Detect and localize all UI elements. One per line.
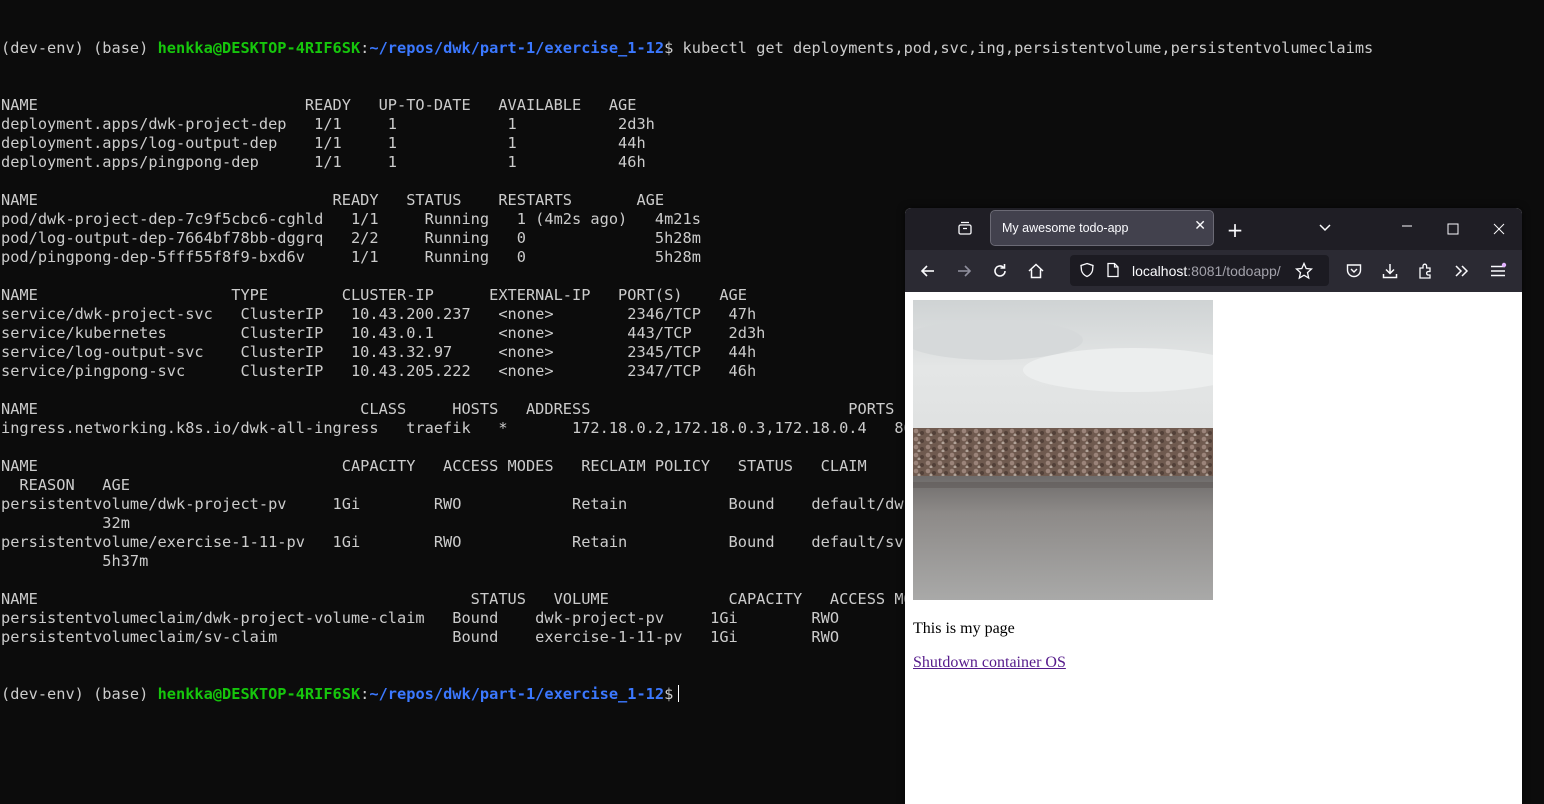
tab-list-icon[interactable] (1315, 220, 1335, 238)
url-path: :8081/todoapp/ (1187, 263, 1281, 279)
text-cursor (678, 685, 680, 702)
overflow-icon[interactable] (1453, 262, 1471, 284)
minimize-icon[interactable] (1397, 218, 1417, 236)
page-text: This is my page (913, 620, 1015, 637)
tab-overview-icon[interactable] (955, 220, 975, 240)
terminal-output-line (1, 172, 1544, 191)
page-icon[interactable] (1106, 262, 1120, 282)
command-text: kubectl get deployments,pod,svc,ing,pers… (673, 39, 1374, 57)
firefox-window[interactable]: My awesome todo-app ✕ + localhost:8081/t… (905, 208, 1522, 804)
prompt-symbol: $ (664, 685, 674, 703)
terminal-output-line: deployment.apps/dwk-project-dep 1/1 1 1 … (1, 115, 655, 133)
url-text[interactable]: localhost:8081/todoapp/ (1132, 263, 1281, 279)
home-icon[interactable] (1027, 262, 1045, 284)
prompt-path: ~/repos/dwk/part-1/exercise_1-12 (369, 685, 665, 703)
prompt-user-host: henkka@DESKTOP-4RIF6SK (157, 685, 361, 703)
terminal-output-line: deployment.apps/log-output-dep 1/1 1 1 4… (1, 134, 646, 152)
terminal-command-line: (dev-env) (base) henkka@DESKTOP-4RIF6SK:… (1, 39, 1374, 57)
maximize-icon[interactable] (1443, 221, 1463, 239)
page-image (913, 300, 1213, 600)
close-icon[interactable]: ✕ (1194, 218, 1206, 234)
back-icon[interactable] (919, 262, 937, 284)
prompt-user-host: henkka@DESKTOP-4RIF6SK (157, 39, 361, 57)
nav-toolbar: localhost:8081/todoapp/ (905, 250, 1522, 292)
reload-icon[interactable] (991, 262, 1009, 284)
shield-icon[interactable] (1079, 262, 1095, 282)
forward-icon[interactable] (955, 262, 973, 284)
extensions-icon[interactable] (1417, 262, 1435, 284)
new-tab-icon[interactable]: + (1225, 218, 1245, 242)
terminal-output-line: deployment.apps/pingpong-dep 1/1 1 1 46h (1, 153, 646, 171)
bookmark-star-icon[interactable] (1294, 261, 1314, 284)
shutdown-link[interactable]: Shutdown container OS (913, 654, 1066, 672)
terminal-output-line: NAME READY UP-TO-DATE AVAILABLE AGE (1, 96, 637, 114)
prompt-symbol: $ (664, 39, 674, 57)
close-window-icon[interactable] (1489, 221, 1509, 239)
url-host: localhost (1132, 263, 1188, 279)
downloads-icon[interactable] (1381, 262, 1399, 284)
tab-bar: My awesome todo-app ✕ + (905, 208, 1522, 250)
prompt-path: ~/repos/dwk/part-1/exercise_1-12 (369, 39, 665, 57)
prompt-env: (dev-env) (base) (1, 39, 158, 57)
prompt-env: (dev-env) (base) (1, 685, 158, 703)
tab-todo-app[interactable]: My awesome todo-app ✕ (990, 210, 1214, 246)
tab-title: My awesome todo-app (1002, 221, 1129, 235)
menu-icon[interactable] (1489, 262, 1507, 284)
pocket-icon[interactable] (1345, 262, 1363, 284)
page-content: This is my page Shutdown container OS (905, 292, 1522, 804)
url-bar[interactable]: localhost:8081/todoapp/ (1070, 255, 1329, 286)
